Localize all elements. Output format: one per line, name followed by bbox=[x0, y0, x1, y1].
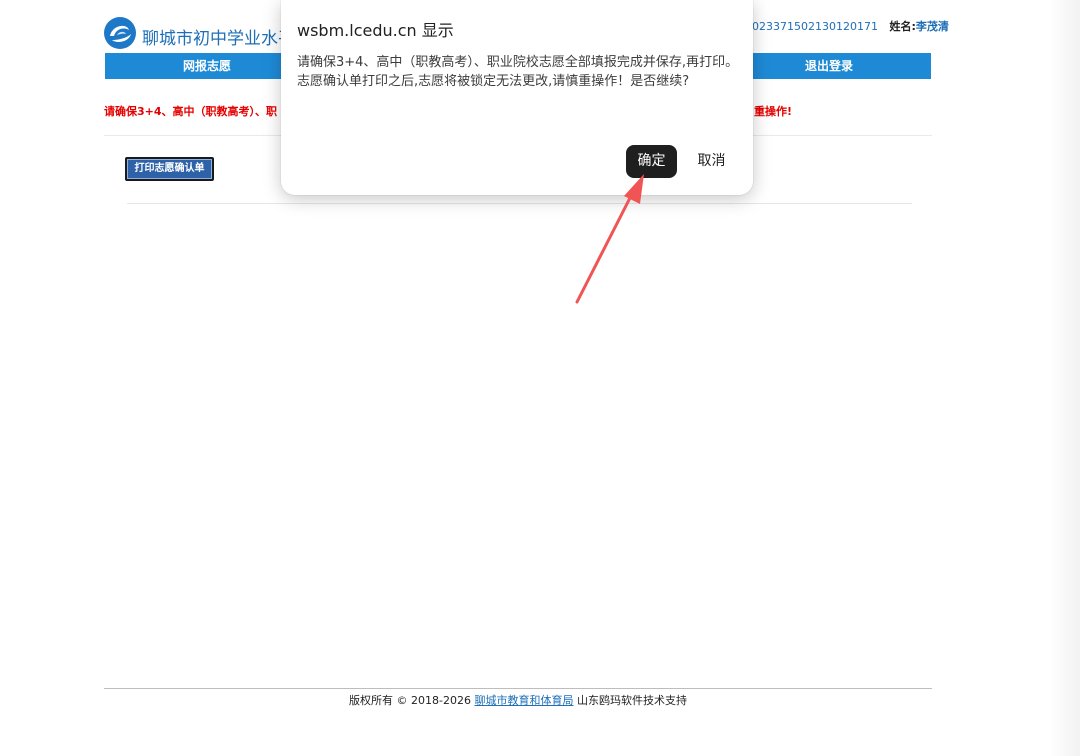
cancel-button[interactable]: 取消 bbox=[686, 145, 737, 178]
scrollbar-shadow bbox=[1048, 0, 1080, 756]
lcedu-logo-icon bbox=[104, 17, 136, 49]
nav-item-online-application[interactable]: 网报志愿 bbox=[105, 53, 309, 79]
dialog-message: 请确保3+4、高中（职教高考）、职业院校志愿全部填报完成并保存,再打印。志愿确认… bbox=[297, 55, 739, 89]
page: 聊城市初中学业水平 2023371502130120171 姓名:李茂清 网报志… bbox=[0, 0, 1080, 756]
nav-item-logout[interactable]: 退出登录 bbox=[727, 53, 931, 79]
footer-copyright: 版权所有 © 2018-2026 bbox=[349, 694, 471, 707]
footer: 版权所有 © 2018-2026 聊城市教育和体育局 山东鸥玛软件技术支持 bbox=[104, 692, 932, 708]
footer-support: 山东鸥玛软件技术支持 bbox=[576, 694, 687, 707]
name-label: 姓名: bbox=[889, 20, 916, 33]
print-confirmation-button[interactable]: 打印志愿确认单 bbox=[125, 157, 214, 181]
red-arrow-annotation bbox=[575, 174, 644, 304]
confirm-dialog: wsbm.lcedu.cn 显示 请确保3+4、高中（职教高考）、职业院校志愿全… bbox=[281, 0, 753, 195]
dialog-title: wsbm.lcedu.cn 显示 bbox=[297, 21, 454, 40]
footer-divider bbox=[104, 688, 932, 689]
notice-end: 重操作! bbox=[754, 105, 793, 118]
user-info: 2023371502130120171 姓名:李茂清 bbox=[745, 18, 949, 34]
divider-middle bbox=[127, 203, 912, 204]
name-value: 李茂清 bbox=[915, 20, 949, 33]
footer-org-link[interactable]: 聊城市教育和体育局 bbox=[474, 694, 573, 707]
exam-number: 2023371502130120171 bbox=[745, 20, 878, 33]
site-title: 聊城市初中学业水平 bbox=[142, 29, 295, 49]
